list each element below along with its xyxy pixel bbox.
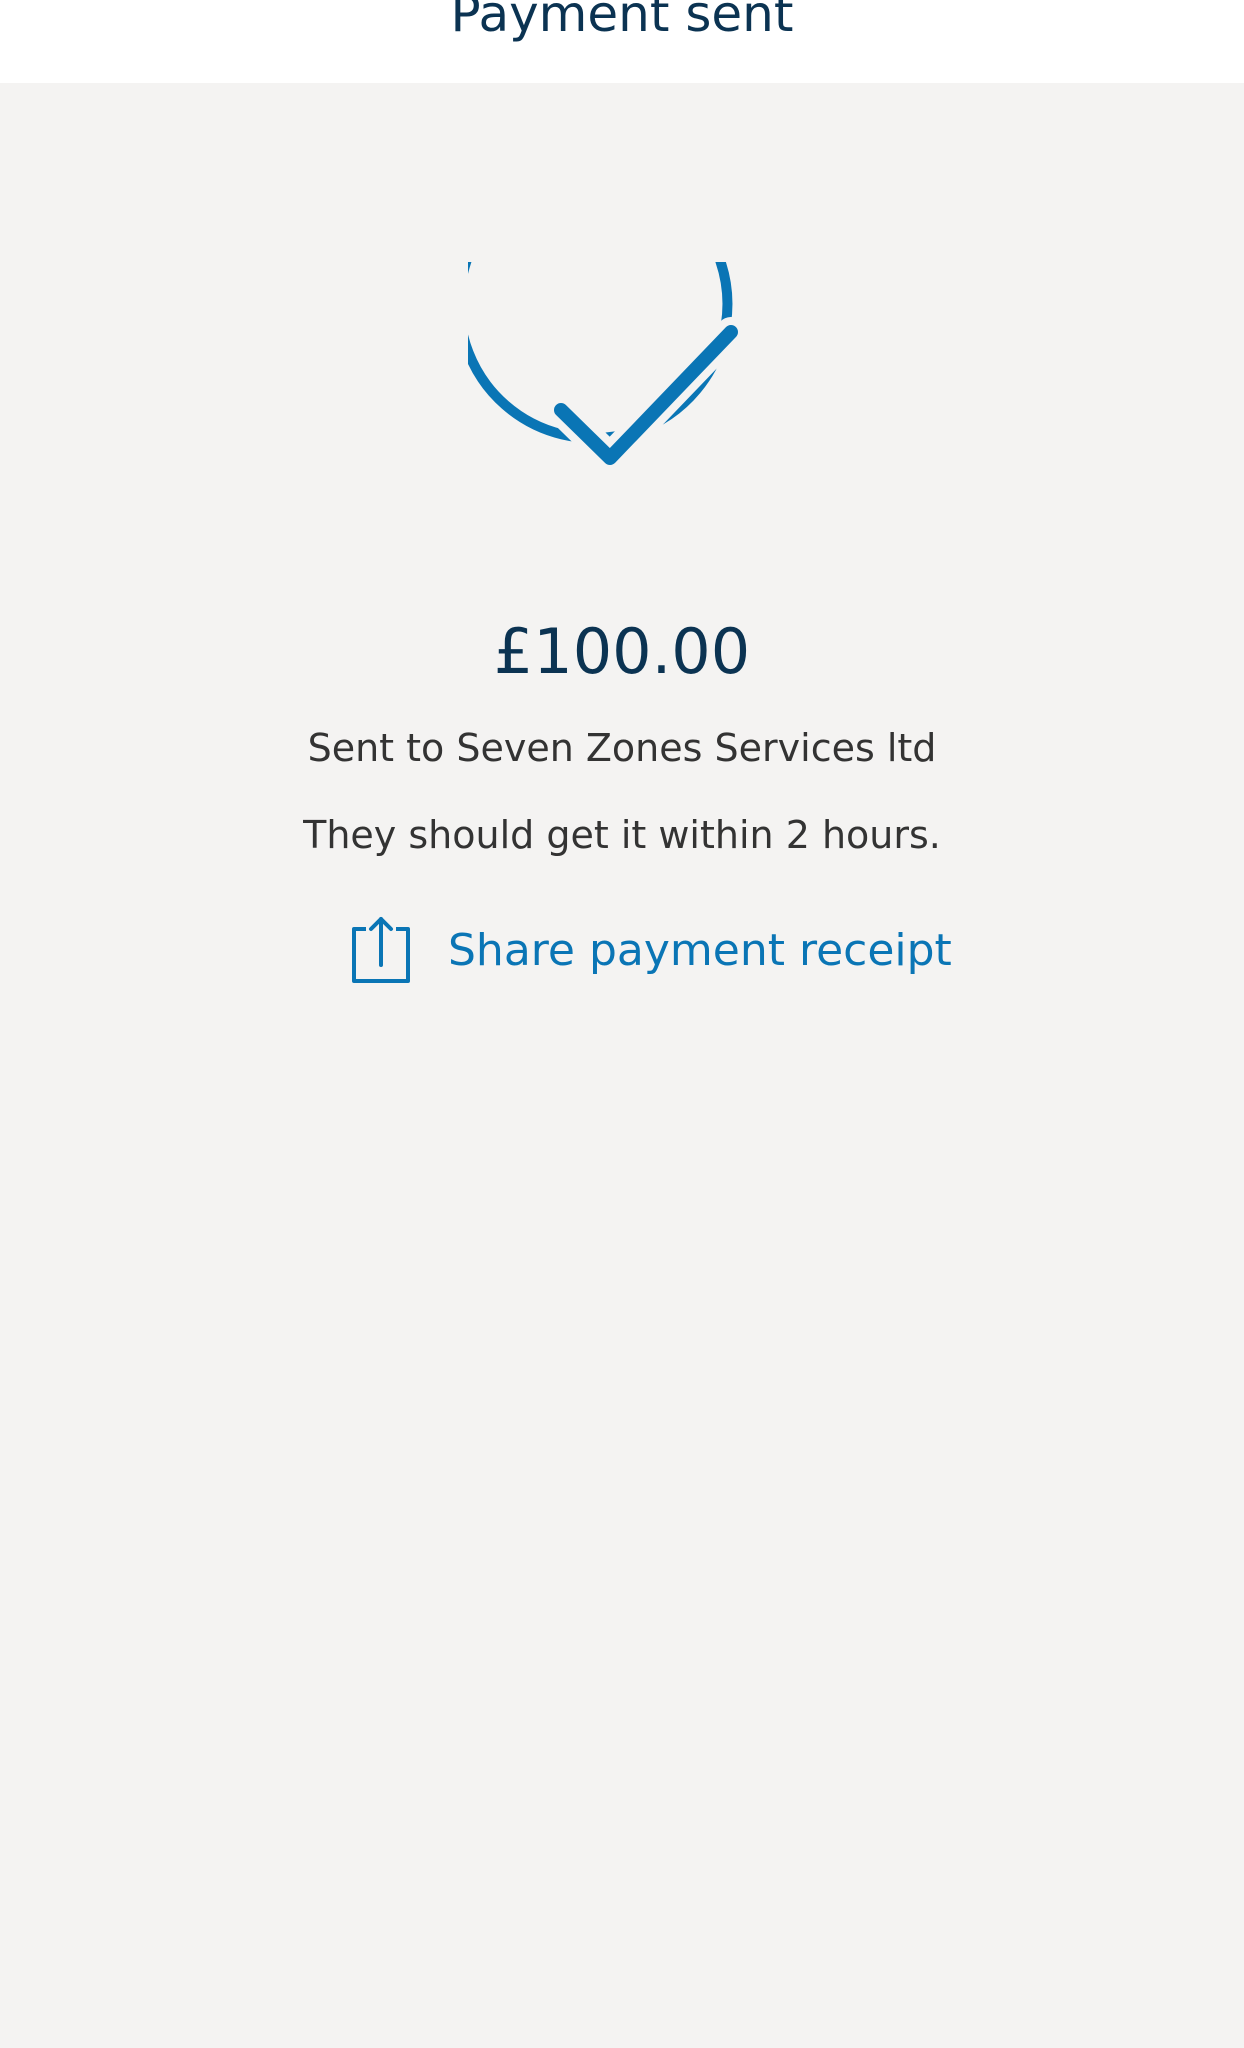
delivery-time-text: They should get it within 2 hours. bbox=[303, 813, 941, 857]
top-header: Payment sent bbox=[0, 0, 1244, 83]
page-title: Payment sent bbox=[450, 0, 794, 43]
check-circle-icon bbox=[468, 262, 768, 562]
recipient-text: Sent to Seven Zones Services ltd bbox=[307, 726, 937, 770]
share-receipt-button[interactable]: Share payment receipt bbox=[346, 913, 952, 989]
share-icon bbox=[346, 915, 414, 987]
share-receipt-label: Share payment receipt bbox=[448, 925, 952, 976]
payment-amount: £100.00 bbox=[493, 615, 751, 688]
